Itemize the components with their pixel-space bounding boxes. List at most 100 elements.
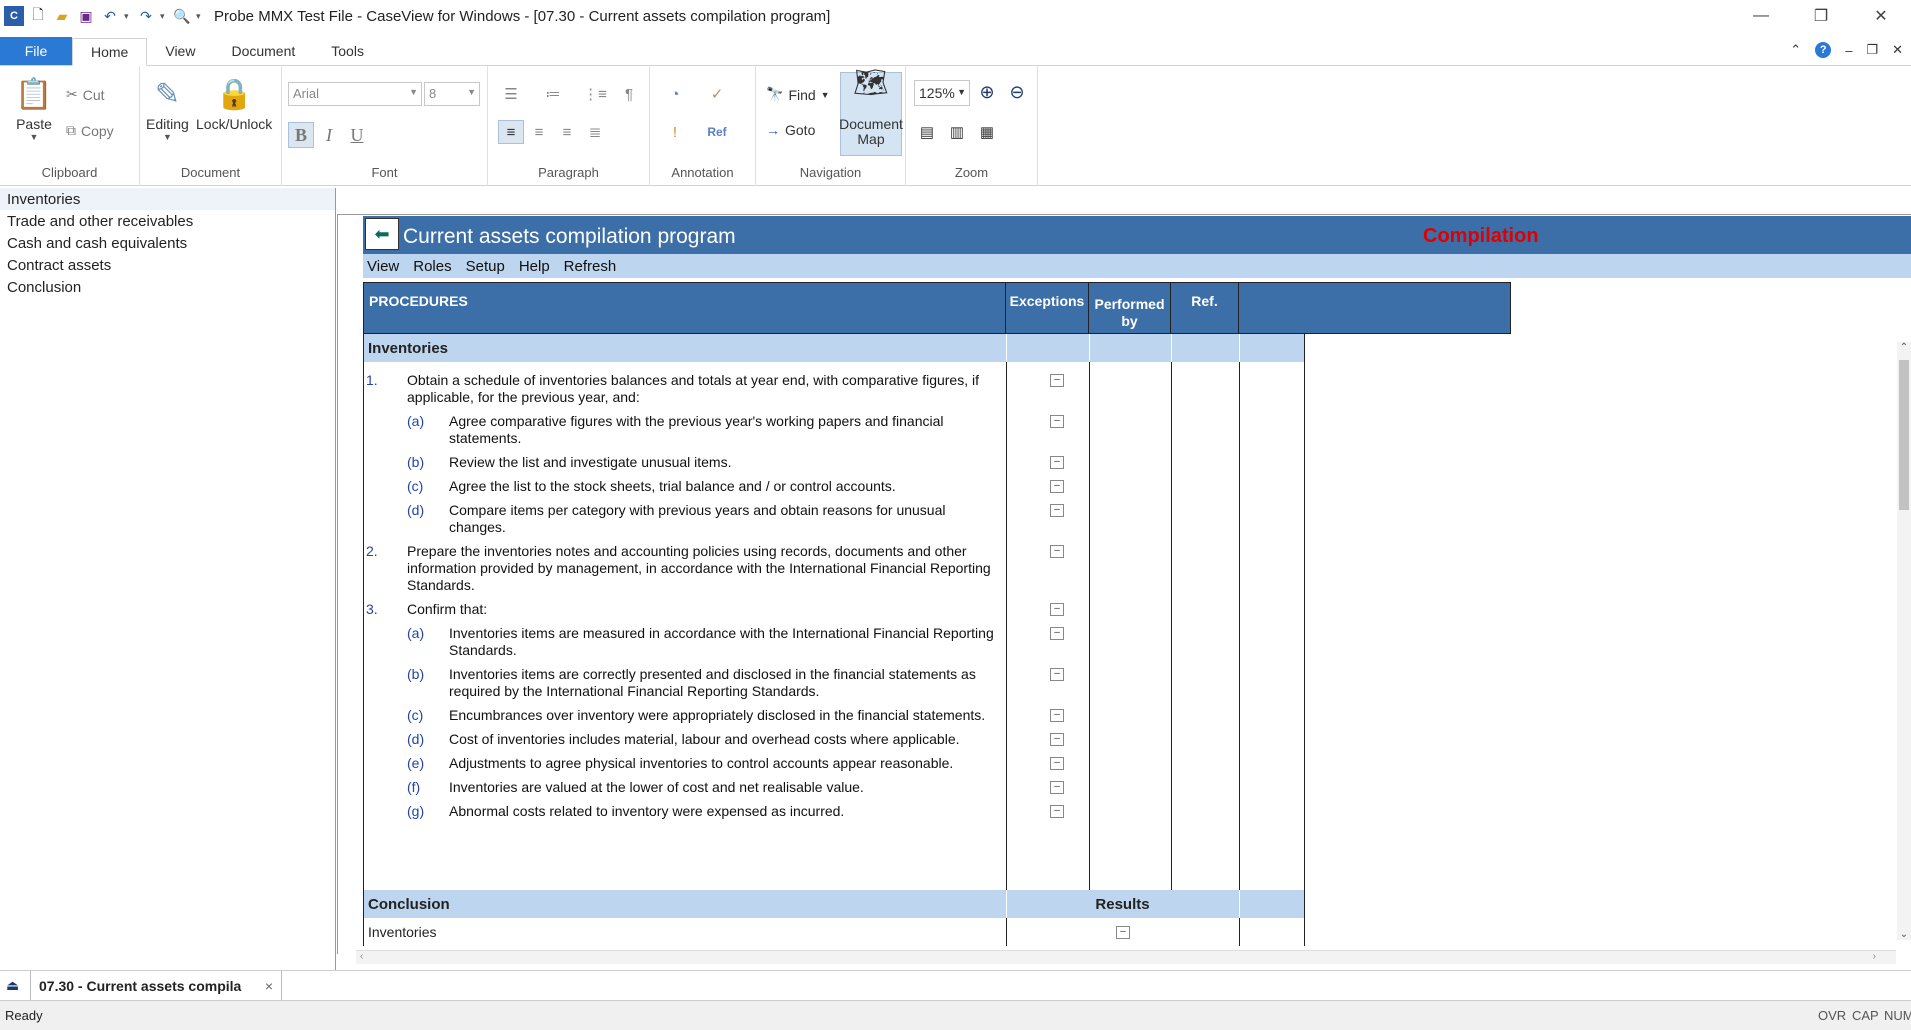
fit-window-icon[interactable]: ▦: [974, 120, 1000, 144]
align-right-icon[interactable]: ≡: [554, 120, 580, 144]
reference-icon[interactable]: Ref: [704, 120, 730, 144]
ribbon-tabs: File Home View Document Tools ⌃ ? – ❐ ✕: [0, 37, 1911, 66]
font-family-select[interactable]: Arial ▼: [288, 82, 422, 106]
nav-item-contract-assets[interactable]: Contract assets: [0, 254, 335, 276]
vertical-scrollbar[interactable]: ⌃ ⌄: [1897, 342, 1911, 940]
zoom-out-icon[interactable]: ⊖: [1004, 80, 1030, 104]
font-size-select[interactable]: 8 ▼: [424, 82, 480, 106]
paragraph-marks-icon[interactable]: ¶: [616, 82, 642, 106]
tab-view[interactable]: View: [147, 37, 213, 65]
page-width-icon[interactable]: ▤: [914, 120, 940, 144]
bold-button[interactable]: B: [288, 122, 314, 148]
paste-button[interactable]: 📋 Paste ▼: [14, 72, 54, 143]
save-icon[interactable]: ▣: [76, 6, 96, 26]
scroll-down-icon[interactable]: ⌄: [1897, 929, 1911, 940]
tab-file[interactable]: File: [0, 37, 72, 65]
open-folder-icon[interactable]: ▰: [52, 6, 72, 26]
document-tab[interactable]: 07.30 - Current assets compila ×: [30, 971, 282, 1001]
minimize-button[interactable]: —: [1731, 0, 1791, 32]
new-file-icon[interactable]: 🗋: [28, 6, 48, 26]
undo-dropdown-icon[interactable]: ▾: [124, 11, 132, 22]
exception-dropdown[interactable]: –: [1050, 603, 1064, 616]
procedure-text-line: Prepare the inventories notes and accoun…: [407, 543, 967, 559]
scroll-thumb[interactable]: [1899, 360, 1909, 510]
lock-unlock-button[interactable]: 🔒 Lock/Unlock: [196, 72, 272, 133]
zoom-in-icon[interactable]: ⊕: [974, 80, 1000, 104]
scroll-up-icon[interactable]: ⌃: [1897, 342, 1911, 353]
nav-item-conclusion[interactable]: Conclusion: [0, 276, 335, 298]
nav-item-trade-receivables[interactable]: Trade and other receivables: [0, 210, 335, 232]
tab-home[interactable]: Home: [72, 38, 148, 66]
exception-dropdown[interactable]: –: [1050, 415, 1064, 428]
help-icon[interactable]: ?: [1815, 42, 1832, 58]
justify-icon[interactable]: ≣: [582, 120, 608, 144]
back-button[interactable]: ⬅: [365, 218, 399, 250]
divider: [1006, 334, 1007, 362]
close-tab-icon[interactable]: ×: [265, 978, 273, 994]
mdi-close-icon[interactable]: ✕: [1892, 42, 1903, 58]
mdi-restore-icon[interactable]: ❐: [1866, 42, 1878, 58]
eject-icon[interactable]: ⏏: [6, 977, 19, 994]
italic-button[interactable]: I: [316, 122, 342, 148]
document-map-button[interactable]: 🗺 Document Map: [839, 69, 903, 156]
align-center-icon[interactable]: ≡: [526, 120, 552, 144]
nav-item-cash[interactable]: Cash and cash equivalents: [0, 232, 335, 254]
mdi-minimize-icon[interactable]: –: [1845, 43, 1852, 58]
exception-dropdown[interactable]: –: [1050, 627, 1064, 640]
exception-dropdown[interactable]: –: [1050, 456, 1064, 469]
form-menu-view[interactable]: View: [367, 258, 399, 275]
numbered-list-icon[interactable]: ≔: [540, 82, 566, 106]
results-dropdown[interactable]: –: [1116, 926, 1130, 939]
collapse-ribbon-icon[interactable]: ⌃: [1790, 42, 1801, 58]
outline-list-icon[interactable]: ⋮≡: [582, 82, 608, 106]
qat-customize-icon[interactable]: ▾: [196, 11, 204, 22]
copy-button[interactable]: ⧉ Copy: [66, 122, 114, 139]
section-title[interactable]: Inventories: [368, 340, 448, 357]
nav-item-inventories[interactable]: Inventories: [0, 188, 335, 210]
tab-tools[interactable]: Tools: [313, 37, 382, 65]
tickmark-icon[interactable]: ✓: [704, 82, 730, 106]
exception-dropdown[interactable]: –: [1050, 504, 1064, 517]
zoom-level-select[interactable]: 125% ▼: [914, 80, 970, 106]
procedure-row: (d) Cost of inventories includes material…: [364, 731, 1004, 748]
exception-dropdown[interactable]: –: [1050, 480, 1064, 493]
whole-page-icon[interactable]: ▥: [944, 120, 970, 144]
print-preview-icon[interactable]: 🔍: [172, 6, 192, 26]
procedure-text-line: Confirm that:: [407, 601, 488, 617]
exception-dropdown[interactable]: –: [1050, 805, 1064, 818]
exception-dropdown[interactable]: –: [1050, 733, 1064, 746]
redo-dropdown-icon[interactable]: ▾: [160, 11, 168, 22]
annotation-shape-icon[interactable]: ◔: [662, 82, 688, 106]
redo-icon[interactable]: ↷: [136, 6, 156, 26]
tab-document[interactable]: Document: [213, 37, 313, 65]
form-menu-help[interactable]: Help: [519, 258, 550, 275]
divider: [1089, 334, 1090, 362]
restore-button[interactable]: ❐: [1791, 0, 1851, 32]
exception-dropdown[interactable]: –: [1050, 781, 1064, 794]
form-menu-refresh[interactable]: Refresh: [564, 258, 617, 275]
goto-button[interactable]: → Goto: [766, 122, 815, 138]
document-tab-bar: ⏏ 07.30 - Current assets compila ×: [0, 970, 1911, 1001]
form-menu-roles[interactable]: Roles: [413, 258, 451, 275]
exception-dropdown[interactable]: –: [1050, 668, 1064, 681]
app-icon[interactable]: C: [4, 6, 24, 26]
editing-button[interactable]: ✎ Editing ▼: [146, 72, 189, 143]
exception-dropdown[interactable]: –: [1050, 709, 1064, 722]
conclusion-row-label: Inventories: [368, 924, 437, 940]
undo-icon[interactable]: ↶: [100, 6, 120, 26]
exception-dropdown[interactable]: –: [1050, 545, 1064, 558]
find-button[interactable]: 🔭 Find ▼: [766, 86, 830, 103]
scroll-left-icon[interactable]: ‹: [360, 951, 363, 962]
scroll-right-icon[interactable]: ›: [1873, 951, 1876, 962]
exception-dropdown[interactable]: –: [1050, 757, 1064, 770]
form-menu-setup[interactable]: Setup: [466, 258, 505, 275]
bullet-list-icon[interactable]: ☰: [498, 82, 524, 106]
cut-button[interactable]: ✂ Cut: [66, 86, 105, 103]
exception-dropdown[interactable]: –: [1050, 374, 1064, 387]
horizontal-scrollbar[interactable]: ‹ ›: [356, 950, 1896, 964]
align-left-icon[interactable]: ≡: [498, 120, 524, 144]
clipboard-group: 📋 Paste ▼ ✂ Cut ⧉ Copy Clipboard: [0, 66, 140, 186]
issue-flag-icon[interactable]: !: [662, 120, 688, 144]
close-button[interactable]: ✕: [1851, 0, 1911, 32]
underline-button[interactable]: U: [344, 122, 370, 148]
